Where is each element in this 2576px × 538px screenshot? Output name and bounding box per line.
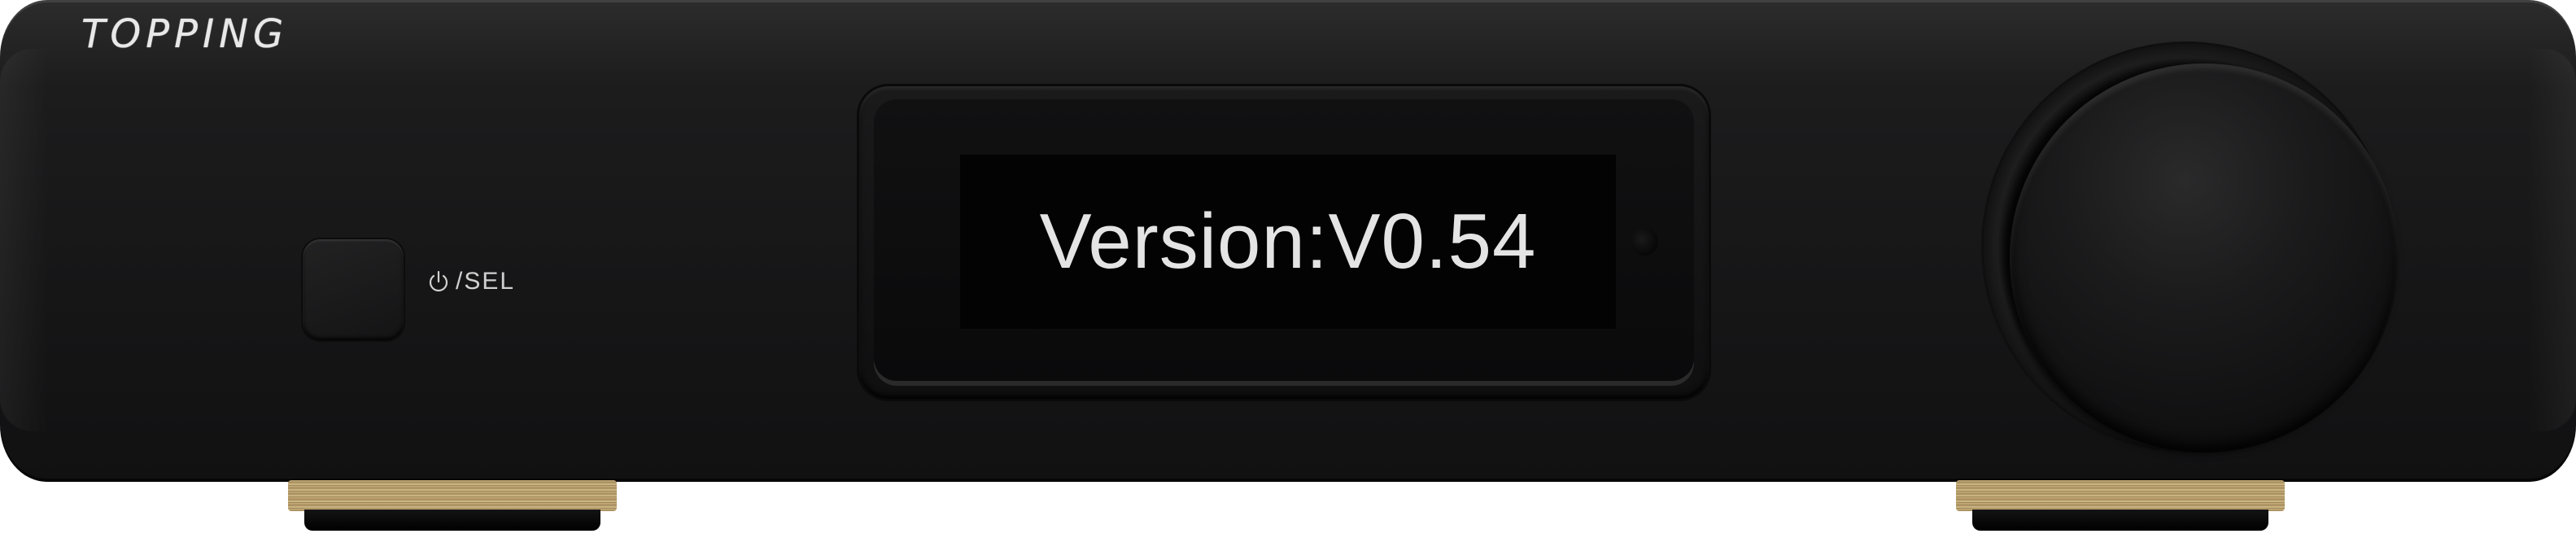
foot-right-ring (1956, 480, 2285, 511)
ir-sensor (1631, 228, 1658, 256)
power-icon (429, 270, 448, 292)
brand-logo: TOPPING (81, 11, 289, 57)
power-select-label-group: /SEL (426, 265, 515, 298)
foot-left (288, 480, 617, 531)
power-select-label: /SEL (456, 268, 516, 295)
volume-knob[interactable] (2010, 63, 2399, 453)
foot-right-base (1972, 510, 2268, 531)
display-readout: Version:V0.54 (1039, 198, 1537, 285)
foot-left-base (304, 510, 600, 531)
power-select-button[interactable] (303, 239, 404, 340)
panel-edge-right (2527, 49, 2576, 431)
foot-right (1956, 480, 2285, 531)
panel-edge-left (0, 49, 49, 431)
foot-left-ring (288, 480, 617, 511)
